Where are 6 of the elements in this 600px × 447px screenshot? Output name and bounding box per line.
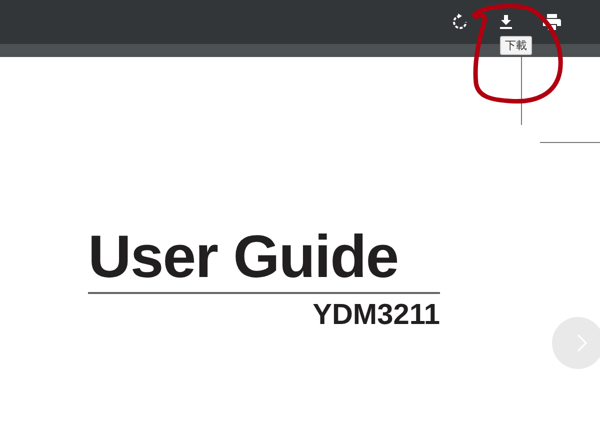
document-title: User Guide [88, 225, 398, 288]
tooltip: 下載 [500, 36, 532, 55]
download-icon [498, 14, 514, 30]
rotate-icon [451, 13, 469, 31]
model-number: YDM3211 [312, 300, 440, 332]
print-icon [543, 14, 561, 30]
